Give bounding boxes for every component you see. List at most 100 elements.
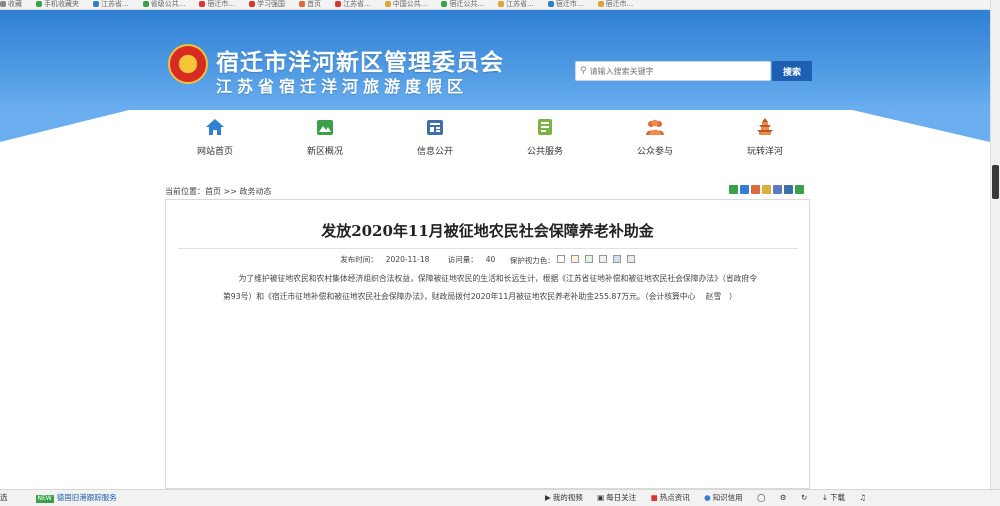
- bookmark-item[interactable]: 宿迁市...: [597, 0, 633, 9]
- nav-item-info[interactable]: 信息公开: [390, 114, 480, 164]
- article-meta: 发布时间： 2020-11-18 访问量： 40 保护视力色：: [166, 254, 809, 266]
- status-shield-icon[interactable]: ◯: [757, 493, 765, 502]
- article-title: 发放2020年11月被征地农民社会保障养老补助金: [321, 222, 654, 240]
- share-plus-icon[interactable]: [729, 185, 738, 194]
- bookmark-favicon-icon: [249, 1, 256, 7]
- scroll-thumb[interactable]: [992, 165, 999, 199]
- title-divider: [178, 248, 798, 249]
- breadcrumb-current-link[interactable]: 政务动态: [240, 187, 272, 196]
- share-qzone-icon[interactable]: [740, 185, 749, 194]
- share-people-icon[interactable]: [784, 185, 793, 194]
- bookmark-item[interactable]: 江苏省...: [93, 0, 129, 9]
- status-left-text: 选: [0, 493, 8, 502]
- news-icon: ■: [650, 493, 658, 502]
- nav-item-tourism[interactable]: 玩转洋河: [720, 114, 810, 164]
- share-tencent-icon[interactable]: [762, 185, 771, 194]
- home-icon: [206, 119, 224, 135]
- eye-protection-colors: 保护视力色：: [509, 255, 639, 265]
- article-panel: 发放2020年11月被征地农民社会保障养老补助金 发布时间： 2020-11-18…: [165, 199, 810, 489]
- status-link[interactable]: 德国旧港跟踪服务: [57, 493, 117, 502]
- status-item-credit[interactable]: ● 知识信用: [704, 493, 743, 502]
- national-emblem-logo: [168, 44, 208, 84]
- bookmark-favicon-icon: [93, 1, 99, 7]
- search-button[interactable]: 搜索: [772, 61, 812, 81]
- status-sync-icon[interactable]: ↻: [801, 493, 807, 502]
- visits-count: 40: [485, 255, 496, 264]
- nav-item-participation[interactable]: 公众参与: [610, 114, 700, 164]
- bookmark-favicon-icon: [498, 1, 505, 7]
- nav-label: 新区概况: [306, 147, 343, 157]
- bookmark-item[interactable]: 中国公共...: [384, 0, 428, 9]
- overview-icon: [317, 120, 333, 135]
- visits-label: 访问量：: [447, 255, 478, 264]
- bookmark-label: 宿迁市...: [207, 0, 236, 8]
- nav-label: 公众参与: [636, 147, 673, 157]
- search-icon: ⚲: [580, 66, 587, 76]
- bookmark-label: 首页: [307, 0, 322, 8]
- color-green-swatch[interactable]: [584, 255, 593, 263]
- calendar-icon: ▣: [597, 493, 605, 502]
- bookmark-favicon-icon: [597, 1, 604, 7]
- share-icons: [729, 185, 804, 194]
- video-icon: ▶: [545, 493, 551, 502]
- bookmark-label: 宿迁市...: [555, 0, 584, 8]
- search-input[interactable]: [589, 66, 750, 76]
- service-icon: [538, 119, 552, 135]
- eye-label: 保护视力色：: [509, 256, 555, 265]
- page-scrollbar[interactable]: [990, 0, 1000, 489]
- bookmark-item[interactable]: 收藏: [0, 0, 22, 9]
- bookmark-label: 江苏省...: [506, 0, 534, 8]
- share-wechat-icon[interactable]: [795, 185, 804, 194]
- bookmark-favicon-icon: [441, 1, 448, 7]
- status-item-video[interactable]: ▶ 我的视频: [545, 493, 583, 502]
- bookmark-item[interactable]: 省级公共...: [142, 0, 185, 9]
- bookmark-label: 中国公共...: [392, 0, 428, 8]
- status-sound-icon[interactable]: ♫: [859, 493, 866, 502]
- pagoda-icon: [757, 118, 773, 135]
- breadcrumb-home-link[interactable]: 首页: [205, 187, 221, 196]
- color-beige-swatch[interactable]: [570, 255, 579, 263]
- publish-label: 发布时间：: [340, 255, 378, 264]
- nav-item-overview[interactable]: 新区概况: [280, 114, 370, 164]
- main-nav: 网站首页 新区概况 信息公开 公共服务 公众参与 玩转洋河: [170, 114, 810, 164]
- nav-label: 信息公开: [416, 147, 453, 157]
- status-item-news[interactable]: ■ 热点资讯: [651, 493, 690, 502]
- color-silver-swatch[interactable]: [626, 255, 635, 263]
- bookmark-label: 手机收藏夹: [44, 0, 79, 8]
- color-gray-swatch[interactable]: [598, 255, 607, 263]
- share-weibo-icon[interactable]: [751, 185, 760, 194]
- bookmark-item[interactable]: 手机收藏夹: [36, 0, 79, 9]
- bookmark-favicon-icon: [299, 1, 306, 7]
- status-download[interactable]: ↓ 下载: [822, 493, 845, 502]
- bookmark-item[interactable]: 宿迁市...: [547, 0, 584, 9]
- site-subtitle: 江苏省宿迁洋河旅游度假区: [216, 77, 469, 96]
- search-box[interactable]: ⚲: [575, 61, 771, 81]
- color-white-swatch[interactable]: [556, 255, 565, 263]
- nav-item-home[interactable]: 网站首页: [170, 114, 260, 164]
- bookmark-item[interactable]: 江苏省...: [335, 0, 371, 9]
- bookmark-item[interactable]: 江苏省...: [498, 0, 534, 9]
- bookmarks-bar: 收藏 手机收藏夹 江苏省... 省级公共... 宿迁市... 学习强国 首页 江苏省... 中国…: [0, 0, 990, 10]
- bookmark-item[interactable]: 宿迁公共...: [441, 0, 484, 9]
- site-title: 宿迁市洋河新区管理委员会: [216, 50, 504, 76]
- bookmark-label: 学习强国: [257, 0, 286, 8]
- bookmark-item[interactable]: 学习强国: [249, 0, 285, 9]
- publish-date: 2020-11-18: [385, 255, 430, 264]
- bookmark-favicon-icon: [0, 1, 6, 7]
- site-header: 宿迁市洋河新区管理委员会 江苏省宿迁洋河旅游度假区 ⚲ 搜索: [0, 10, 990, 110]
- share-renren-icon[interactable]: [773, 185, 782, 194]
- bookmark-favicon-icon: [142, 1, 149, 7]
- bookmark-favicon-icon: [199, 1, 206, 7]
- nav-label: 网站首页: [196, 147, 233, 157]
- status-item-daily[interactable]: ▣ 每日关注: [597, 493, 636, 502]
- bookmark-item[interactable]: 宿迁市...: [199, 0, 235, 9]
- bookmark-item[interactable]: 首页: [299, 0, 321, 9]
- breadcrumb-prefix: 当前位置：: [165, 187, 205, 196]
- browser-status-bar: 选 NEW 德国旧港跟踪服务 ▶ 我的视频 ▣ 每日关注 ■ 热点资讯 ● 知识信用 ◯ ⚙…: [0, 489, 1000, 506]
- status-settings-icon[interactable]: ⚙: [780, 493, 787, 502]
- color-blue-swatch[interactable]: [612, 255, 621, 263]
- nav-label: 公共服务: [526, 147, 563, 157]
- new-badge: NEW: [35, 495, 54, 503]
- nav-item-service[interactable]: 公共服务: [500, 114, 590, 164]
- nav-label: 玩转洋河: [746, 147, 783, 157]
